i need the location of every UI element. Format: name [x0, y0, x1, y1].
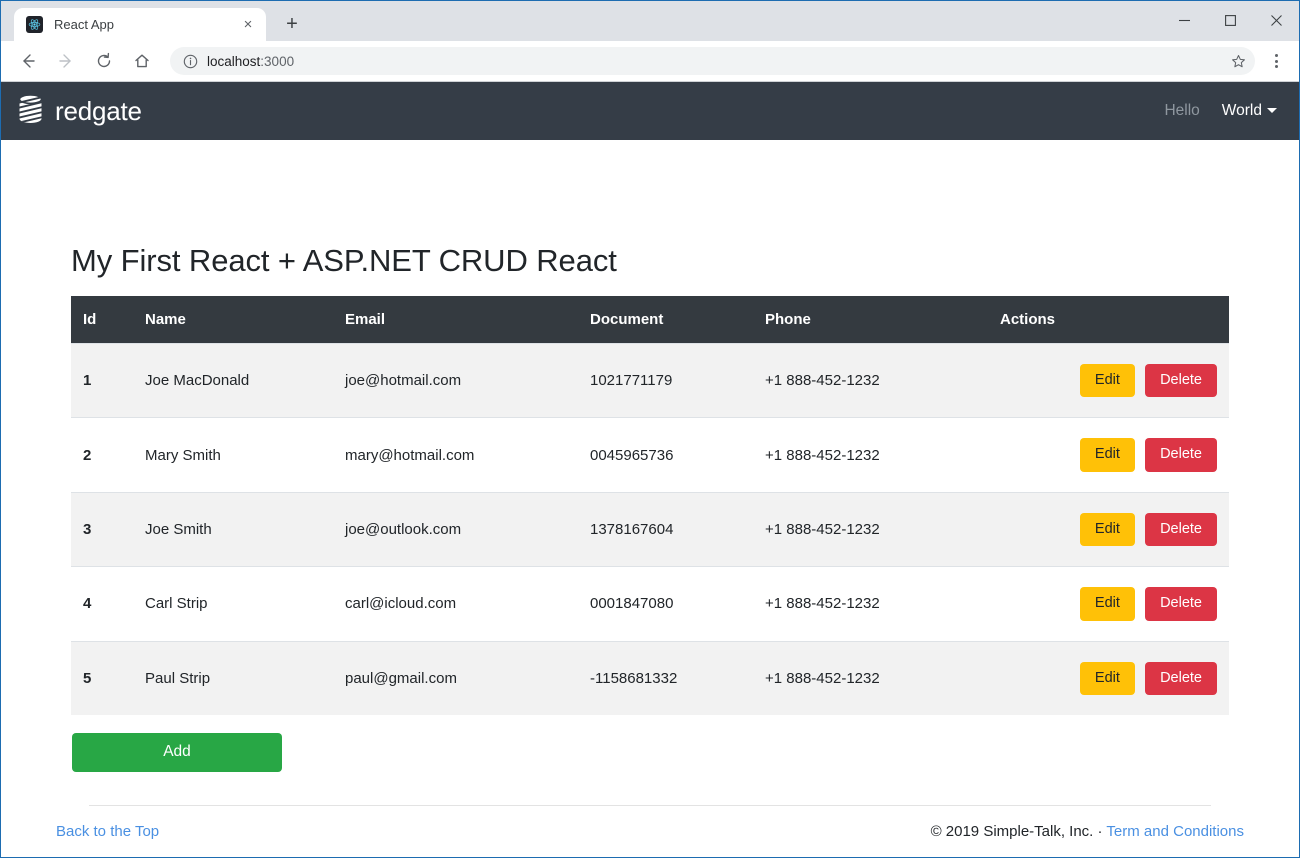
footer-copyright: © 2019 Simple-Talk, Inc. · Term and Cond… — [931, 823, 1244, 840]
cell-name: Joe Smith — [133, 491, 333, 567]
cell-document: 0001847080 — [578, 566, 753, 642]
cell-id: 1 — [71, 342, 133, 418]
table-row: 1 Joe MacDonald joe@hotmail.com 10217711… — [71, 342, 1229, 418]
tab-close-icon[interactable]: × — [239, 16, 257, 34]
table-row: 4 Carl Strip carl@icloud.com 0001847080 … — [71, 566, 1229, 642]
cell-actions: Edit Delete — [988, 640, 1229, 715]
home-icon[interactable] — [126, 45, 158, 77]
url-port: :3000 — [260, 53, 295, 69]
cell-email: carl@icloud.com — [333, 566, 578, 642]
cell-actions: Edit Delete — [988, 491, 1229, 567]
nav-link-hello[interactable]: Hello — [1164, 102, 1199, 120]
cell-email: joe@hotmail.com — [333, 342, 578, 418]
browser-tab-title: React App — [54, 17, 114, 32]
cell-actions: Edit Delete — [988, 342, 1229, 418]
cell-document: 1021771179 — [578, 342, 753, 418]
column-header-phone: Phone — [753, 296, 988, 344]
react-logo-icon — [26, 16, 43, 33]
table-row: 2 Mary Smith mary@hotmail.com 0045965736… — [71, 417, 1229, 493]
back-to-top-link[interactable]: Back to the Top — [56, 823, 159, 840]
cell-phone: +1 888-452-1232 — [753, 566, 988, 642]
edit-button[interactable]: Edit — [1079, 438, 1135, 472]
address-bar[interactable]: localhost:3000 — [170, 47, 1255, 75]
page-viewport: redgate Hello World My First React + ASP… — [1, 82, 1299, 857]
cell-email: joe@outlook.com — [333, 491, 578, 567]
close-window-button[interactable] — [1253, 1, 1299, 39]
cell-phone: +1 888-452-1232 — [753, 417, 988, 493]
delete-button[interactable]: Delete — [1145, 661, 1217, 695]
edit-button[interactable]: Edit — [1079, 364, 1135, 398]
site-navbar: redgate Hello World — [1, 82, 1299, 140]
brand[interactable]: redgate — [17, 93, 142, 129]
maximize-button[interactable] — [1207, 1, 1253, 39]
main-container: My First React + ASP.NET CRUD React Id N… — [1, 140, 1299, 806]
edit-button[interactable]: Edit — [1079, 512, 1135, 547]
column-header-email: Email — [333, 296, 578, 344]
page-info-icon[interactable] — [182, 53, 198, 69]
brand-label: redgate — [55, 95, 142, 126]
cell-document: -1158681332 — [578, 640, 753, 715]
minimize-button[interactable] — [1161, 1, 1207, 39]
cell-document: 0045965736 — [578, 417, 753, 493]
cell-name: Carl Strip — [133, 566, 333, 642]
terms-link[interactable]: Term and Conditions — [1106, 823, 1244, 840]
delete-button[interactable]: Delete — [1145, 438, 1217, 472]
browser-titlebar: React App × + — [1, 1, 1299, 41]
cell-id: 2 — [71, 417, 133, 493]
delete-button[interactable]: Delete — [1145, 587, 1217, 621]
cell-actions: Edit Delete — [988, 566, 1229, 642]
cell-email: paul@gmail.com — [333, 640, 578, 715]
forward-icon[interactable] — [50, 45, 82, 77]
navbar-links: Hello World — [1164, 102, 1285, 120]
cell-id: 5 — [71, 640, 133, 715]
table-row: 3 Joe Smith joe@outlook.com 1378167604 +… — [71, 491, 1229, 567]
browser-toolbar: localhost:3000 — [1, 41, 1299, 82]
cell-id: 3 — [71, 491, 133, 567]
cell-name: Paul Strip — [133, 640, 333, 715]
window-controls — [1161, 1, 1299, 39]
reload-icon[interactable] — [88, 45, 120, 77]
redgate-database-logo-icon — [17, 93, 44, 129]
browser-menu-icon[interactable] — [1261, 46, 1291, 76]
chevron-down-icon — [1267, 108, 1277, 113]
cell-id: 4 — [71, 566, 133, 642]
url-host: localhost — [207, 53, 261, 69]
table-header-row: Id Name Email Document Phone Actions — [71, 296, 1229, 344]
table-head: Id Name Email Document Phone Actions — [71, 296, 1229, 344]
cell-name: Mary Smith — [133, 417, 333, 493]
add-button[interactable]: Add — [72, 732, 282, 772]
new-tab-button[interactable]: + — [278, 10, 306, 38]
cell-phone: +1 888-452-1232 — [753, 491, 988, 567]
cell-phone: +1 888-452-1232 — [753, 640, 988, 715]
cell-document: 1378167604 — [578, 491, 753, 567]
nav-link-world[interactable]: World — [1222, 102, 1277, 120]
cell-email: mary@hotmail.com — [333, 417, 578, 493]
edit-button[interactable]: Edit — [1079, 661, 1135, 695]
column-header-actions: Actions — [988, 296, 1229, 344]
delete-button[interactable]: Delete — [1145, 364, 1217, 398]
browser-window: React App × + localhost:3000 redgate Hel… — [0, 0, 1300, 858]
copyright-text: © 2019 Simple-Talk, Inc. · — [930, 822, 1107, 840]
table-row: 5 Paul Strip paul@gmail.com -1158681332 … — [71, 640, 1229, 715]
page-title: My First React + ASP.NET CRUD React — [71, 243, 617, 278]
back-icon[interactable] — [12, 45, 44, 77]
cell-name: Joe MacDonald — [133, 342, 333, 418]
nav-link-world-label: World — [1221, 102, 1262, 119]
cell-actions: Edit Delete — [988, 417, 1229, 493]
delete-button[interactable]: Delete — [1145, 512, 1217, 547]
address-bar-url: localhost:3000 — [207, 54, 1225, 69]
table-body: 1 Joe MacDonald joe@hotmail.com 10217711… — [71, 342, 1229, 715]
cell-phone: +1 888-452-1232 — [753, 342, 988, 418]
page-footer: Back to the Top © 2019 Simple-Talk, Inc.… — [1, 806, 1299, 857]
bookmark-star-icon[interactable] — [1225, 48, 1251, 74]
column-header-name: Name — [133, 296, 333, 344]
browser-tab[interactable]: React App × — [14, 8, 266, 41]
column-header-id: Id — [71, 296, 133, 344]
edit-button[interactable]: Edit — [1079, 587, 1135, 621]
crud-table: Id Name Email Document Phone Actions 1 J… — [71, 296, 1229, 715]
column-header-document: Document — [578, 296, 753, 344]
